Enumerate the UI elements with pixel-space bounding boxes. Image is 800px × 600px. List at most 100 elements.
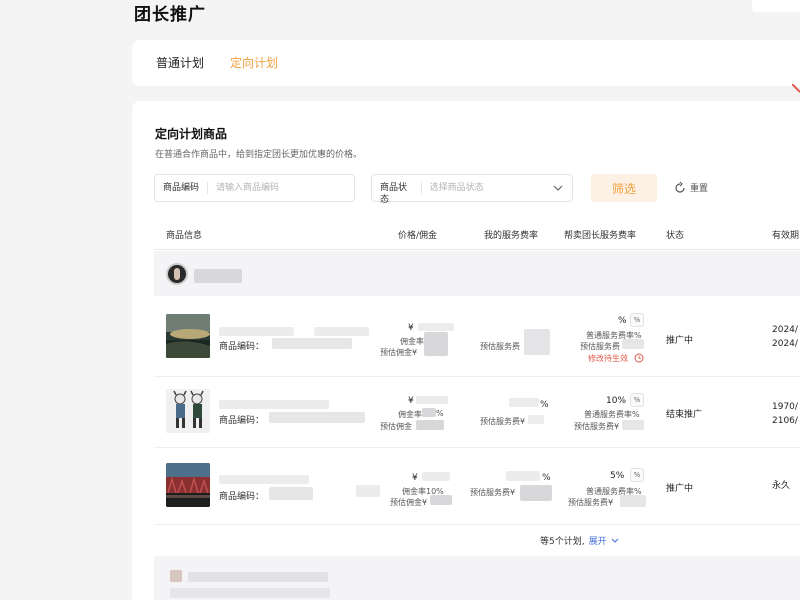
blurred-product-name xyxy=(219,400,329,409)
blurred-fee xyxy=(622,339,644,349)
validity-dates: 永久 xyxy=(772,479,790,493)
th-product-info: 商品信息 xyxy=(166,231,203,241)
normal-service-rate: 普通服务费率% xyxy=(584,410,640,419)
helper-rate-value: 5% xyxy=(610,471,625,481)
blurred-my-rate xyxy=(509,398,539,407)
blurred-fee xyxy=(622,420,644,430)
blurred-product-code xyxy=(269,412,365,423)
blurred-product-name xyxy=(314,327,369,336)
price-value: ¥ xyxy=(408,323,414,333)
chevron-down-icon[interactable] xyxy=(611,538,619,544)
th-validity: 有效期 xyxy=(772,231,800,241)
blurred-product-code xyxy=(272,338,352,349)
my-rate-pct: % xyxy=(540,400,549,410)
targeted-plan-card: 定向计划商品 在普通合作商品中，给到指定团长更加优惠的价格。 商品编码 商品状态… xyxy=(132,101,800,600)
edit-rate-button[interactable]: % xyxy=(630,468,644,482)
estimated-service-fee: 预估服务费¥ xyxy=(574,422,620,431)
filter-button[interactable]: 筛选 xyxy=(591,174,657,202)
commission-rate: 佣金率 xyxy=(400,337,424,346)
th-price-commission: 价格/佣金 xyxy=(398,231,438,241)
more-plans-summary: 等5个计划, xyxy=(540,537,585,547)
estimated-service-fee: 预估服务费¥ xyxy=(568,498,614,507)
product-status-label: 商品状态 xyxy=(372,182,422,205)
product-code-label: 商品编码 xyxy=(155,182,209,194)
section-description: 在普通合作商品中，给到指定团长更加优惠的价格。 xyxy=(155,150,363,160)
product-code-field: 商品编码 xyxy=(154,174,355,202)
clock-icon xyxy=(634,353,644,363)
blurred-price xyxy=(422,472,450,481)
refresh-icon xyxy=(675,181,685,193)
table-row: 商品编码： ¥ 佣金率 预估佣金¥ 预估服务费 % % 普通服务费率% 预估服务… xyxy=(154,297,800,377)
next-leader-group-row xyxy=(154,556,800,600)
estimated-service-fee: 预估服务费¥ xyxy=(480,417,526,426)
commission-pct: % xyxy=(436,409,444,418)
top-right-panel xyxy=(752,0,800,12)
tab-targeted-plan[interactable]: 定向计划 xyxy=(230,54,278,71)
blurred-product-name xyxy=(219,475,309,484)
estimated-commission: 预估佣金 xyxy=(380,422,412,431)
blurred-price xyxy=(416,396,448,404)
blurred-avatar xyxy=(170,570,182,582)
blurred-my-rate xyxy=(506,471,540,481)
reset-label: 重置 xyxy=(690,184,709,194)
product-thumbnail[interactable] xyxy=(166,389,210,433)
validity-dates: 2024/ 2024/ xyxy=(772,323,798,351)
blurred-service-fee xyxy=(524,329,550,355)
product-status-select[interactable] xyxy=(421,175,550,201)
blurred-commission xyxy=(416,420,444,430)
more-plans: 等5个计划, 展开 xyxy=(540,534,619,547)
product-code-text: 商品编码： xyxy=(219,342,265,352)
estimated-commission: 预估佣金¥ xyxy=(390,498,428,507)
blurred-leader-info xyxy=(170,588,330,598)
avatar xyxy=(166,263,188,285)
end-date: 2106/ xyxy=(772,416,798,426)
estimated-service-fee: 预估服务费¥ xyxy=(470,488,516,497)
helper-rate-value: % xyxy=(618,316,627,326)
pending-change-text: 修改待生效 xyxy=(588,354,628,363)
table-header: 商品信息 价格/佣金 我的服务费率 帮卖团长服务费率 状态 有效期 xyxy=(154,216,800,250)
blurred-product-code xyxy=(356,485,380,497)
page-title: 团长推广 xyxy=(134,5,206,25)
product-thumbnail[interactable] xyxy=(166,463,210,507)
end-date: 2024/ xyxy=(772,339,798,349)
chevron-down-icon[interactable] xyxy=(550,179,566,197)
start-date: 1970/ xyxy=(772,402,798,412)
estimated-commission: 预估佣金¥ xyxy=(380,348,418,357)
product-code-text: 商品编码： xyxy=(219,416,265,426)
commission-rate: 佣金率 xyxy=(398,410,422,419)
table-row: 商品编码： ¥ 佣金率 % 预估佣金 % 预估服务费¥ 10% % 普通服务费率… xyxy=(154,378,800,448)
helper-rate-value: 10% xyxy=(606,396,627,406)
corner-arrow-icon xyxy=(792,84,800,93)
product-thumbnail[interactable] xyxy=(166,314,210,358)
tab-normal-plan[interactable]: 普通计划 xyxy=(156,54,204,71)
blurred-commission xyxy=(430,495,452,505)
blurred-service-fee xyxy=(528,415,544,424)
status-badge: 结束推广 xyxy=(666,410,703,420)
table-row: 商品编码： ¥ 佣金率10% 预估佣金¥ % 预估服务费¥ 5% % 普通服务费… xyxy=(154,449,800,525)
blurred-price xyxy=(418,323,454,331)
status-badge: 推广中 xyxy=(666,336,694,346)
th-my-service-rate: 我的服务费率 xyxy=(484,231,539,241)
plan-tabs: 普通计划 定向计划 xyxy=(132,40,800,86)
product-code-input[interactable] xyxy=(208,175,354,201)
th-status: 状态 xyxy=(666,231,685,241)
section-title: 定向计划商品 xyxy=(155,127,228,141)
start-date: 2024/ xyxy=(772,325,798,335)
price-value: ¥ xyxy=(412,473,418,483)
blurred-leader-name xyxy=(194,269,242,283)
product-status-field[interactable]: 商品状态 xyxy=(371,174,573,205)
blurred-leader-name xyxy=(188,572,328,582)
blurred-commission-rate xyxy=(422,408,436,417)
expand-link[interactable]: 展开 xyxy=(589,534,607,547)
leader-group-row xyxy=(154,251,800,296)
status-badge: 推广中 xyxy=(666,484,694,494)
edit-rate-button[interactable]: % xyxy=(630,313,644,327)
edit-rate-button[interactable]: % xyxy=(630,393,644,407)
reset-button[interactable]: 重置 xyxy=(674,181,708,194)
blurred-fee xyxy=(620,495,646,507)
blurred-product-code xyxy=(269,487,313,500)
th-helper-service-rate: 帮卖团长服务费率 xyxy=(564,231,637,241)
blurred-product-name xyxy=(219,327,294,336)
estimated-service-fee: 预估服务费 xyxy=(480,342,520,351)
my-rate-pct: % xyxy=(542,473,551,483)
